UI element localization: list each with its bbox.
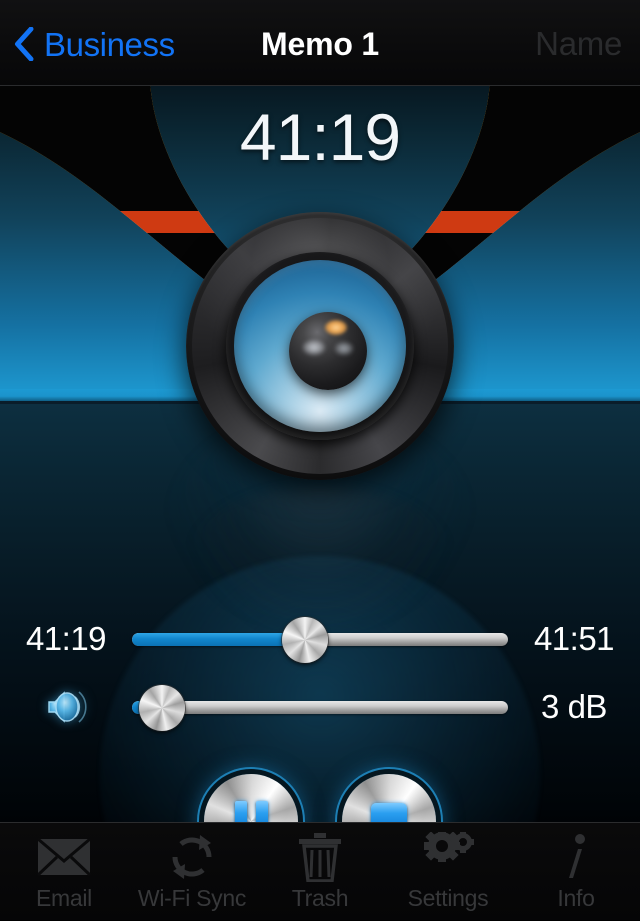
- position-slider[interactable]: [132, 612, 508, 666]
- toolbar-label-wifi-sync: Wi-Fi Sync: [137, 885, 247, 911]
- transport-controls: [0, 766, 640, 822]
- volume-gain-label: 3 dB: [541, 688, 607, 725]
- position-total-label: 41:51: [533, 620, 615, 657]
- dome-highlight-left: [303, 340, 325, 355]
- toolbar-item-settings[interactable]: Settings: [384, 823, 512, 921]
- name-button[interactable]: Name: [535, 20, 622, 68]
- toolbar-label-info: Info: [557, 885, 595, 911]
- dome-highlight-gold: [325, 320, 347, 335]
- artwork-stage: 41:19 41:19 41:51 3 dB: [0, 86, 640, 822]
- position-elapsed-label: 41:19: [25, 620, 107, 657]
- volume-slider[interactable]: [132, 680, 508, 734]
- speaker-dome: [289, 312, 367, 390]
- speaker-artwork: [186, 212, 454, 480]
- gears-icon: [419, 831, 477, 883]
- toolbar-item-wifi-sync[interactable]: Wi-Fi Sync: [128, 823, 256, 921]
- toolbar-label-settings: Settings: [407, 885, 489, 911]
- toolbar-item-email[interactable]: Email: [0, 823, 128, 921]
- volume-slider-row: 3 dB: [0, 680, 640, 734]
- volume-slider-track[interactable]: [132, 701, 508, 714]
- volume-slider-knob[interactable]: [139, 685, 186, 731]
- playback-controls: 41:19 41:51 3 dB: [0, 586, 640, 822]
- dome-highlight-right: [335, 342, 353, 355]
- toolbar-label-trash: Trash: [291, 885, 349, 911]
- trash-can-icon: [297, 831, 343, 883]
- toolbar-label-email: Email: [35, 885, 92, 911]
- position-slider-row: 41:19 41:51: [0, 612, 640, 666]
- navigation-bar: Business Memo 1 Name: [0, 0, 640, 86]
- speaker-volume-icon: [0, 680, 132, 734]
- pause-icon: [204, 774, 298, 822]
- stop-button[interactable]: [342, 774, 436, 822]
- envelope-icon: [36, 831, 92, 883]
- toolbar-item-trash[interactable]: Trash: [256, 823, 384, 921]
- speaker-cone: [234, 260, 406, 432]
- position-slider-knob[interactable]: [281, 617, 328, 663]
- stop-square: [371, 803, 407, 822]
- elapsed-time-display: 41:19: [239, 100, 401, 174]
- position-slider-fill: [132, 633, 305, 646]
- sync-arrows-icon: [164, 831, 220, 883]
- pause-bar-right: [255, 801, 268, 822]
- info-italic-i-icon: [556, 831, 596, 883]
- stop-icon: [342, 774, 436, 822]
- toolbar-item-info[interactable]: Info: [512, 823, 640, 921]
- pause-button[interactable]: [204, 774, 298, 822]
- bottom-toolbar: Email Wi-Fi Sync Trash Settings Info: [0, 822, 640, 920]
- pause-bar-left: [234, 801, 247, 822]
